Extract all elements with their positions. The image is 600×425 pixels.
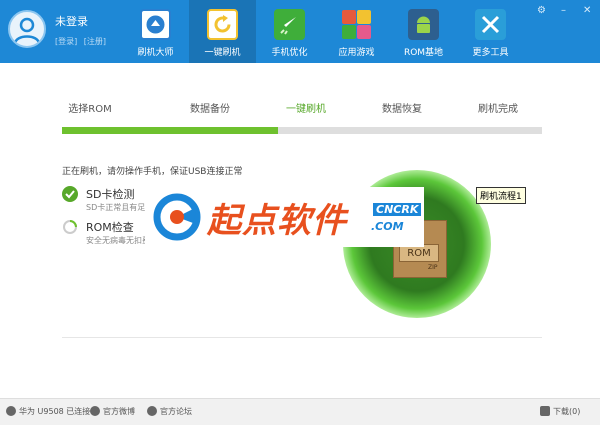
- nav-item-optimize[interactable]: 手机优化: [256, 0, 323, 63]
- step-backup: 数据备份: [190, 104, 230, 115]
- nav-item-one-click-flash[interactable]: 一键刷机: [189, 0, 256, 63]
- forum-icon: [147, 406, 157, 416]
- nav-item-more-tools[interactable]: 更多工具: [457, 0, 524, 63]
- progress-bar: [62, 127, 542, 134]
- nav-item-rom-base[interactable]: ROM基地: [390, 0, 457, 63]
- check-desc: 安全无病毒无扣费: [86, 236, 150, 245]
- step-select-rom: 选择ROM: [68, 104, 112, 115]
- top-bar: 未登录 [登录] [注册] 刷机大师 一键刷机 手机优化 应用游戏 ROM基地 …: [0, 0, 600, 63]
- weibo-icon: [90, 406, 100, 416]
- download-button[interactable]: 下载(0): [540, 406, 580, 417]
- device-status[interactable]: 华为 U9508 已连接: [6, 406, 90, 417]
- check-title: SD卡检测: [86, 188, 135, 201]
- watermark-en1: CNCRK: [373, 203, 422, 216]
- refresh-icon: [207, 9, 238, 40]
- checkmark-icon: [62, 186, 78, 202]
- home-icon: [140, 9, 171, 40]
- forum-link[interactable]: 官方论坛: [147, 406, 192, 417]
- loading-icon: [62, 219, 78, 235]
- watermark-logo-icon: [153, 193, 201, 241]
- progress-fill: [62, 127, 278, 134]
- minimize-icon[interactable]: –: [561, 5, 566, 16]
- watermark: 起点软件 CNCRK .COM: [145, 187, 424, 247]
- user-icon: [13, 17, 41, 45]
- zip-label: ZIP: [428, 264, 438, 271]
- watermark-en2: .COM: [371, 220, 404, 233]
- tooltip: 刷机流程1: [476, 187, 526, 204]
- tools-icon: [475, 9, 506, 40]
- divider: [62, 337, 542, 338]
- weibo-link[interactable]: 官方微博: [90, 406, 135, 417]
- register-link[interactable]: [注册]: [84, 37, 106, 46]
- nav-item-flash-master[interactable]: 刷机大师: [122, 0, 189, 63]
- android-icon: [408, 9, 439, 40]
- rocket-icon: [274, 9, 305, 40]
- download-icon: [540, 406, 550, 416]
- watermark-text: 起点软件: [207, 201, 347, 241]
- phone-icon: [6, 406, 16, 416]
- status-bar: 华为 U9508 已连接 官方微博 官方论坛 下载(0): [0, 398, 600, 425]
- check-desc: SD卡正常且有足: [86, 203, 146, 212]
- close-icon[interactable]: ✕: [583, 5, 591, 16]
- step-restore: 数据恢复: [382, 104, 422, 115]
- step-flash: 一键刷机: [286, 104, 326, 115]
- nav-item-apps[interactable]: 应用游戏: [323, 0, 390, 63]
- step-complete: 刷机完成: [478, 104, 518, 115]
- user-links: [登录] [注册]: [55, 36, 110, 47]
- user-name: 未登录: [55, 15, 88, 28]
- step-indicator: 选择ROM 数据备份 一键刷机 数据恢复 刷机完成: [60, 100, 542, 115]
- avatar[interactable]: [8, 10, 46, 48]
- check-title: ROM检查: [86, 221, 134, 234]
- status-text: 正在刷机，请勿操作手机，保证USB连接正常: [62, 167, 243, 177]
- apps-icon: [341, 9, 372, 40]
- main-nav: 刷机大师 一键刷机 手机优化 应用游戏 ROM基地 更多工具: [122, 0, 524, 63]
- login-link[interactable]: [登录]: [55, 37, 77, 46]
- settings-icon[interactable]: ⚙: [537, 5, 546, 16]
